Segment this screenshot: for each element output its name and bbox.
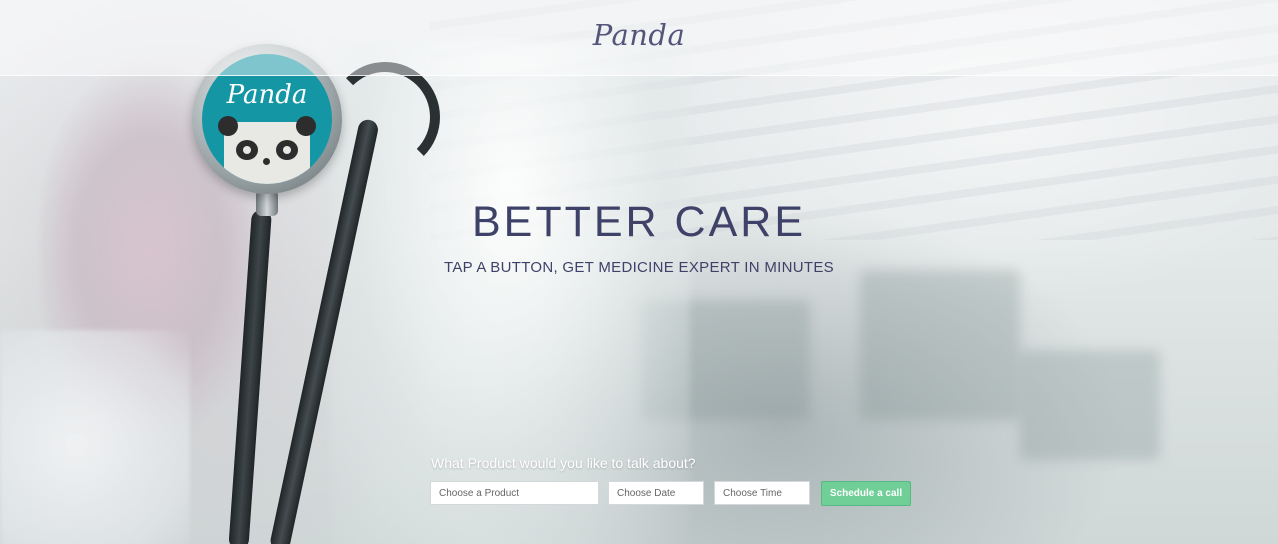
schedule-form-prompt: What Product would you like to talk abou… — [431, 455, 696, 471]
background-office-shelf — [1020, 350, 1160, 460]
time-field[interactable] — [714, 481, 810, 505]
stethoscope-logo-text: Panda — [226, 80, 308, 110]
background-office-desk — [860, 270, 1020, 420]
doctor-sleeve — [0, 330, 190, 544]
panda-ear-left — [218, 116, 238, 136]
panda-ear-right — [296, 116, 316, 136]
brand-logo[interactable]: Panda — [0, 18, 1278, 52]
panda-face-icon — [218, 116, 316, 184]
schedule-call-button[interactable]: Schedule a call — [821, 481, 911, 506]
panda-eye-left — [236, 140, 258, 160]
hero-headline: BETTER CARE — [471, 198, 807, 246]
date-field[interactable] — [608, 481, 704, 505]
stethoscope-tube-top — [330, 62, 440, 172]
product-select[interactable] — [430, 481, 599, 505]
panda-eye-right — [276, 140, 298, 160]
hero-subheadline: TAP A BUTTON, GET MEDICINE EXPERT IN MIN… — [444, 259, 834, 276]
top-bar: Panda — [0, 0, 1278, 76]
panda-nose — [263, 158, 270, 165]
